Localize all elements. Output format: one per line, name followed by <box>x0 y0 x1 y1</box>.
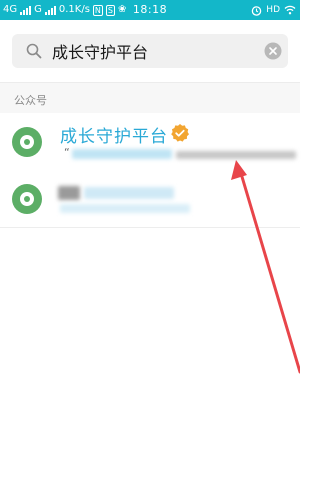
alarm-icon <box>252 5 262 16</box>
account-avatar <box>12 127 42 157</box>
blurred-title <box>58 186 80 200</box>
result-row[interactable] <box>0 171 300 228</box>
clear-search-icon[interactable] <box>264 42 282 60</box>
search-box[interactable] <box>12 34 288 68</box>
blurred-subtitle <box>60 204 190 213</box>
result-row[interactable]: 成长守护平台 “ <box>0 113 300 172</box>
result-subtitle-quote: “ <box>64 146 70 159</box>
search-bar <box>0 20 300 82</box>
wifi-icon <box>284 5 296 15</box>
account-avatar <box>12 184 42 214</box>
blurred-description <box>72 149 172 159</box>
blurred-title-2 <box>84 187 174 199</box>
section-label: 公众号 <box>14 94 47 107</box>
search-input[interactable] <box>52 39 252 63</box>
blurred-description-2 <box>176 151 296 159</box>
hd-badge: HD <box>266 5 280 15</box>
verified-icon <box>171 124 189 142</box>
result-title: 成长守护平台 <box>60 127 168 147</box>
status-bar: 4G G 0.1K/s N S ❀ 18:18 HD <box>0 0 300 20</box>
status-bar-right: HD <box>251 0 296 20</box>
search-icon <box>26 43 42 59</box>
section-header-official-accounts: 公众号 <box>0 82 300 113</box>
